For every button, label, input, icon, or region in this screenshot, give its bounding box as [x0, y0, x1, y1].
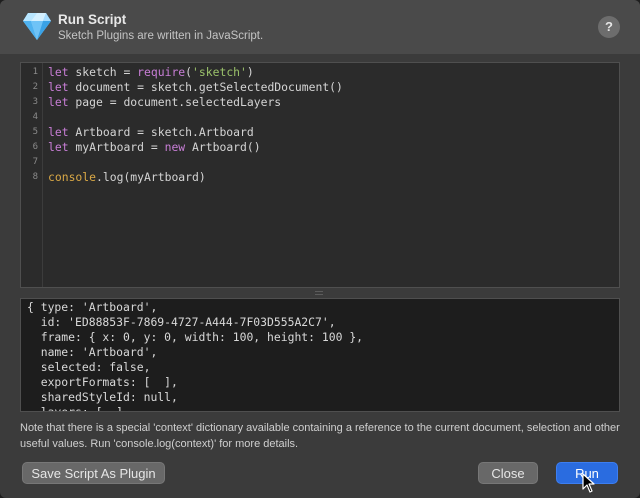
code-token: let	[48, 140, 69, 154]
code-token: document = sketch.getSelectedDocument()	[68, 80, 343, 94]
line-number: 5	[32, 127, 38, 137]
code-token: .log(myArtboard)	[96, 170, 206, 184]
code-token: console	[48, 170, 97, 184]
line-number: 3	[32, 97, 38, 107]
mouse-pointer-icon	[582, 473, 595, 493]
code-token: sketch =	[68, 65, 138, 79]
line-number-gutter: 1 2 3 4 5 6 7 8	[21, 63, 43, 287]
dialog-title: Run Script	[58, 12, 127, 27]
sketch-diamond-icon	[23, 13, 51, 40]
pane-splitter[interactable]	[20, 288, 620, 298]
code-token: 'sketch'	[192, 65, 247, 79]
code-line: let sketch = require('sketch')	[48, 65, 615, 80]
output-line: { type: 'Artboard',	[27, 300, 158, 314]
code-token: page = document.selectedLayers	[68, 95, 282, 109]
line-number: 7	[32, 157, 38, 167]
output-line: sharedStyleId: null,	[27, 390, 178, 404]
code-token: Artboard = sketch.Artboard	[68, 125, 254, 139]
line-number: 4	[32, 112, 38, 122]
code-token: Artboard()	[185, 140, 261, 154]
code-token: let	[48, 95, 69, 109]
dialog-subtitle: Sketch Plugins are written in JavaScript…	[58, 30, 264, 42]
output-line: id: 'ED88853F-7869-4727-A444-7F03D555A2C…	[27, 315, 336, 329]
code-token: require	[137, 65, 186, 79]
line-number: 8	[32, 172, 38, 182]
save-script-as-plugin-button[interactable]: Save Script As Plugin	[22, 462, 165, 484]
code-token: let	[48, 65, 69, 79]
help-icon[interactable]: ?	[598, 16, 620, 38]
code-token: myArtboard =	[68, 140, 165, 154]
code-token: new	[164, 140, 186, 154]
output-line: layers: [ ],	[27, 405, 130, 412]
splitter-grip-icon[interactable]	[315, 291, 323, 295]
code-line: let page = document.selectedLayers	[48, 95, 615, 110]
line-number: 1	[32, 67, 38, 77]
console-output[interactable]: { type: 'Artboard', id: 'ED88853F-7869-4…	[20, 298, 620, 412]
code-area[interactable]: let sketch = require('sketch') let docume…	[48, 65, 615, 285]
output-line: name: 'Artboard',	[27, 345, 158, 359]
line-number: 2	[32, 82, 38, 92]
code-line: let myArtboard = new Artboard()	[48, 140, 615, 155]
output-line: exportFormats: [ ],	[27, 375, 178, 389]
code-token: let	[48, 125, 69, 139]
code-line: let Artboard = sketch.Artboard	[48, 125, 615, 140]
output-line: frame: { x: 0, y: 0, width: 100, height:…	[27, 330, 364, 344]
code-token: (	[185, 65, 193, 79]
code-line: let document = sketch.getSelectedDocumen…	[48, 80, 615, 95]
code-line: console.log(myArtboard)	[48, 170, 615, 185]
dialog-header: Run Script Sketch Plugins are written in…	[0, 0, 640, 54]
run-script-dialog: Run Script Sketch Plugins are written in…	[0, 0, 640, 498]
line-number: 6	[32, 142, 38, 152]
code-token: )	[246, 65, 254, 79]
close-button[interactable]: Close	[478, 462, 538, 484]
output-line: selected: false,	[27, 360, 151, 374]
context-note: Note that there is a special 'context' d…	[20, 422, 620, 450]
code-token: let	[48, 80, 69, 94]
code-editor[interactable]: 12345678 let sketch = require('sketch') l…	[20, 62, 620, 288]
